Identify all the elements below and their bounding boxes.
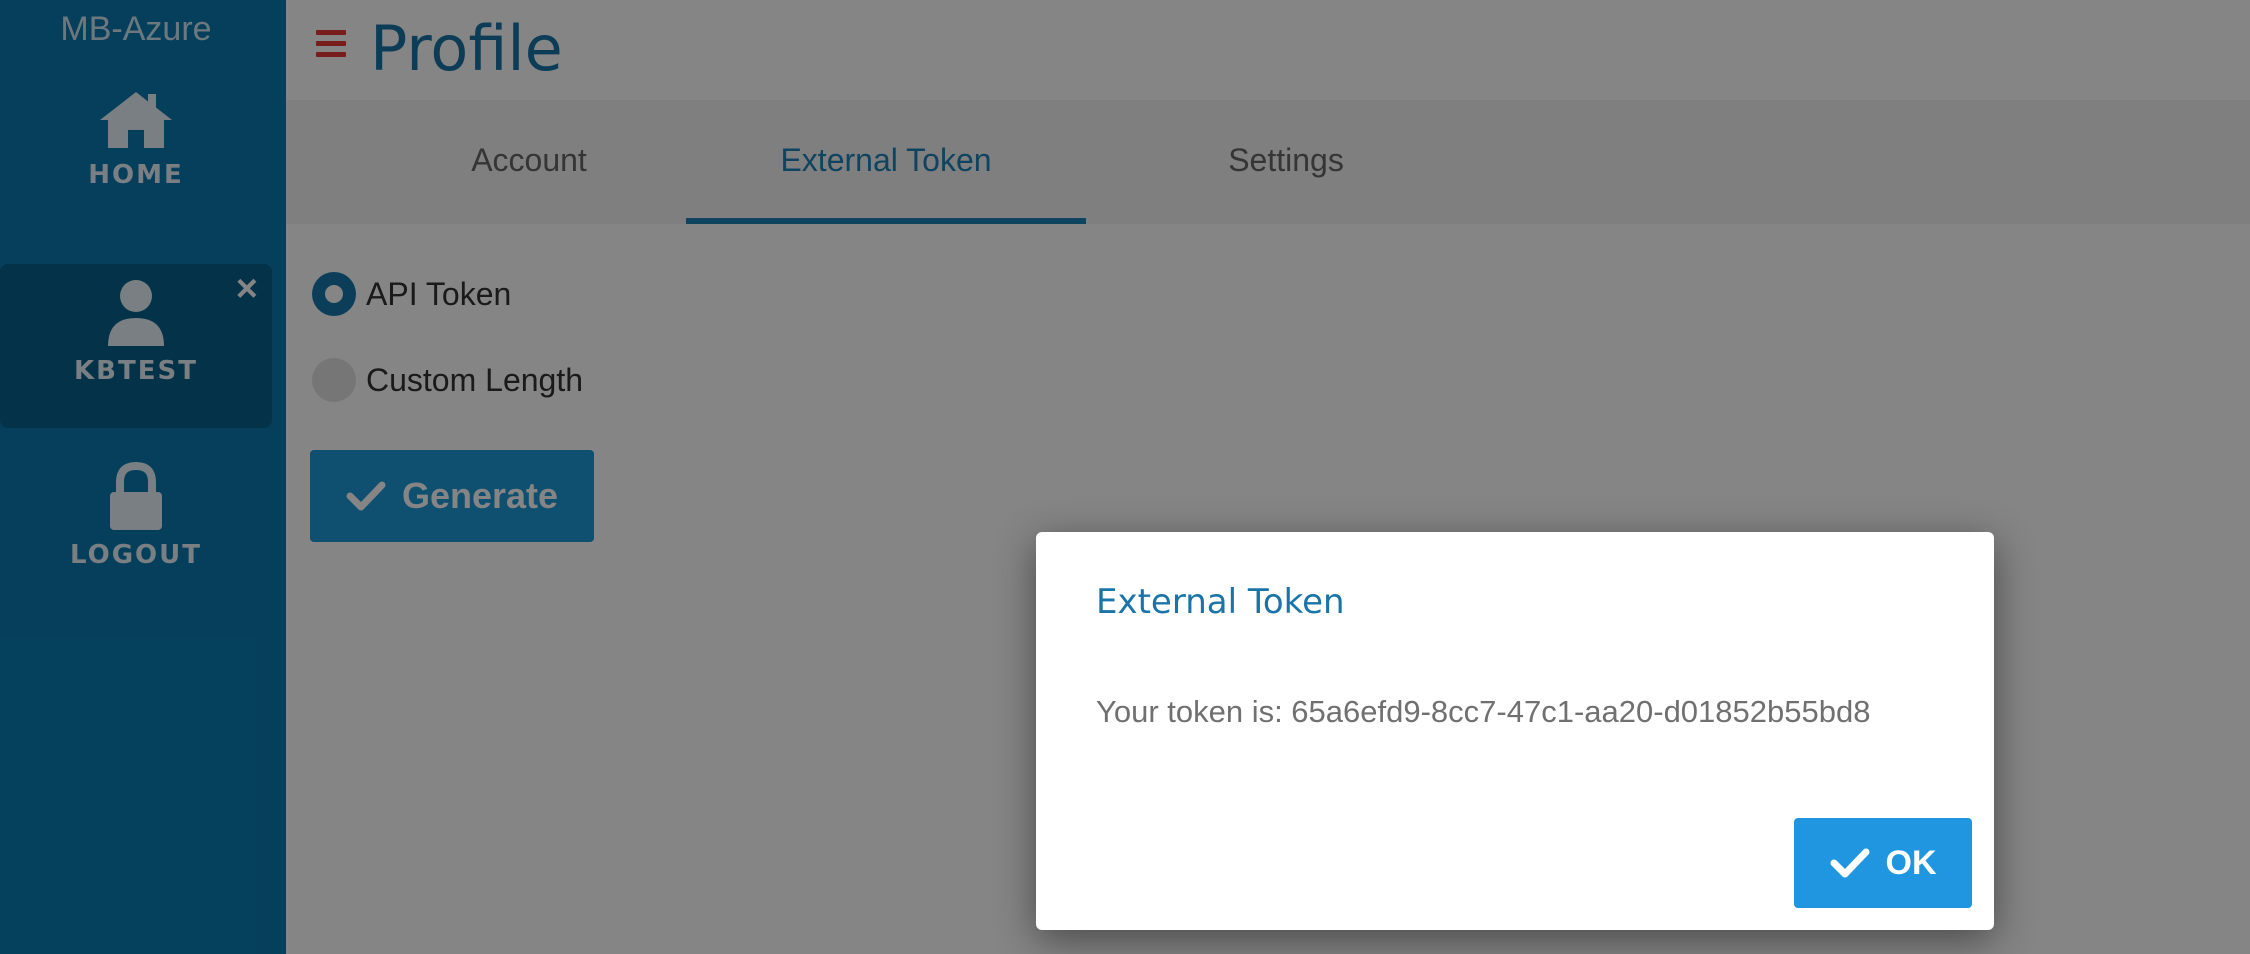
dialog-message: Your token is: 65a6efd9-8cc7-47c1-aa20-d… — [1096, 694, 1871, 729]
app-root: MB-Azure HOME × KBTEST LOGOUT Profile Ac… — [0, 0, 2250, 954]
ok-button-label: OK — [1885, 843, 1937, 882]
dialog-title: External Token — [1096, 582, 1345, 622]
ok-button[interactable]: OK — [1794, 818, 1972, 908]
external-token-dialog: External Token Your token is: 65a6efd9-8… — [1036, 532, 1994, 930]
check-icon — [1830, 848, 1869, 878]
